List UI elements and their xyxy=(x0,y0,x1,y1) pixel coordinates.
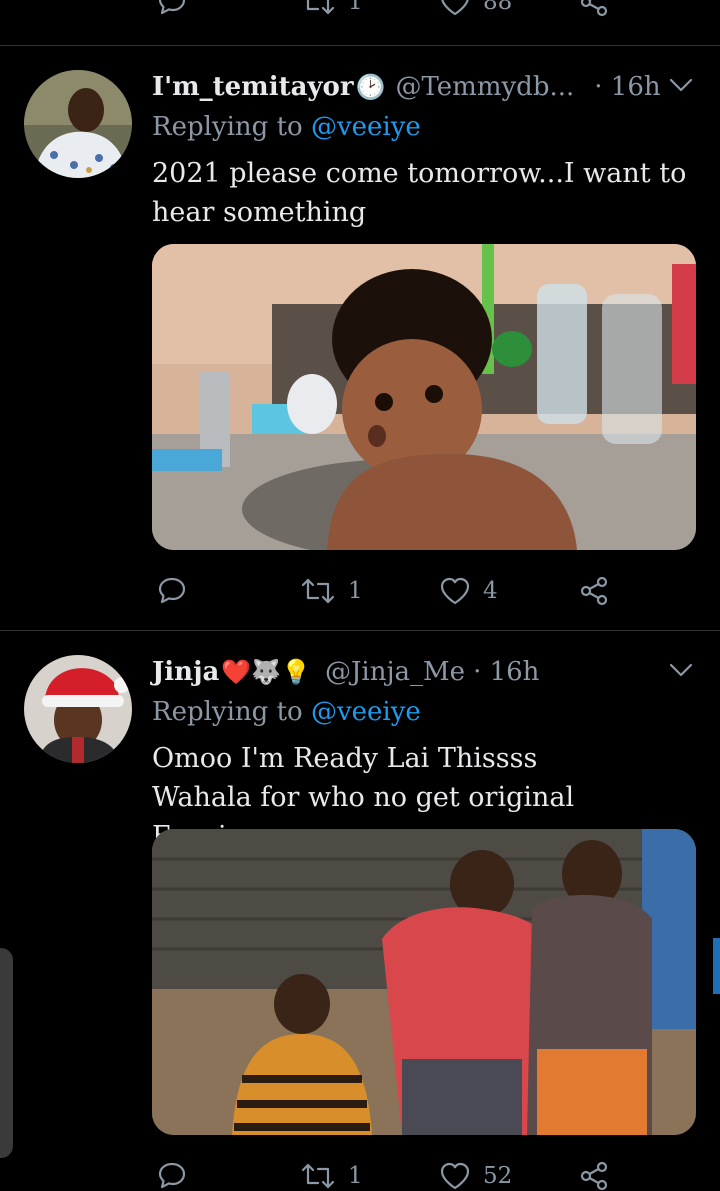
tweet-image[interactable] xyxy=(152,244,696,550)
chevron-down-icon[interactable] xyxy=(668,661,694,679)
mention-link[interactable]: @veeiye xyxy=(311,112,421,142)
user-handle[interactable]: @Jinja_Me xyxy=(325,657,465,687)
reply-icon xyxy=(158,577,186,604)
retweet-icon xyxy=(306,0,335,15)
top-action-bar: 1 88 xyxy=(152,0,696,22)
reply-button[interactable] xyxy=(156,1160,188,1191)
tweet-text: 2021 please come tomorrow...I want to he… xyxy=(152,158,687,228)
like-count: 52 xyxy=(483,1163,513,1189)
tweet-image[interactable] xyxy=(152,829,696,1135)
retweet-icon xyxy=(301,1163,335,1189)
retweet-count: 1 xyxy=(348,578,363,604)
action-bar: 1 4 xyxy=(152,571,696,611)
replying-prefix: Replying to xyxy=(152,697,303,727)
heart-wolf-bulb-emoji-icon: ❤️🐺💡 xyxy=(221,658,311,686)
chevron-down-icon[interactable] xyxy=(668,76,694,94)
timestamp[interactable]: · 16h xyxy=(594,72,660,102)
like-count: 4 xyxy=(483,578,498,604)
retweet-icon xyxy=(301,578,335,604)
edge-panel-handle[interactable] xyxy=(0,948,13,1158)
like-button[interactable]: 4 xyxy=(439,576,498,606)
tweet-header: Jinja ❤️🐺💡 @Jinja_Me · 16h xyxy=(152,657,539,687)
user-handle[interactable]: @Temmydb... xyxy=(395,72,574,102)
share-button[interactable] xyxy=(578,0,610,18)
reply-button[interactable] xyxy=(156,0,188,18)
tweet-2[interactable]: Jinja ❤️🐺💡 @Jinja_Me · 16h Replying to @… xyxy=(0,631,720,1191)
like-button[interactable]: 52 xyxy=(439,1161,512,1191)
avatar[interactable] xyxy=(24,655,132,763)
mention-link[interactable]: @veeiye xyxy=(311,697,421,727)
display-name[interactable]: I'm_temitayor xyxy=(152,72,354,102)
reply-icon xyxy=(158,1162,186,1189)
retweet-button[interactable]: 1 xyxy=(300,576,363,606)
share-icon xyxy=(580,0,608,17)
heart-icon xyxy=(440,577,470,605)
share-button[interactable] xyxy=(578,1160,610,1191)
retweet-button[interactable]: 1 xyxy=(300,1161,363,1191)
reply-button[interactable] xyxy=(156,575,188,607)
clock-emoji-icon: 🕑 xyxy=(355,73,386,101)
replying-to: Replying to @veeiye xyxy=(152,112,421,142)
share-icon xyxy=(580,1161,608,1191)
replying-to: Replying to @veeiye xyxy=(152,697,421,727)
display-name[interactable]: Jinja xyxy=(152,657,219,687)
retweet-count: 1 xyxy=(348,0,363,15)
heart-icon xyxy=(440,1162,470,1190)
scroll-indicator[interactable] xyxy=(713,938,720,994)
like-count: 88 xyxy=(483,0,513,15)
heart-icon xyxy=(441,0,469,16)
tweet-1[interactable]: I'm_temitayor 🕑 @Temmydb... · 16h Replyi… xyxy=(0,46,720,630)
avatar[interactable] xyxy=(24,70,132,178)
share-button[interactable] xyxy=(578,575,610,607)
action-bar: 1 52 xyxy=(152,1156,696,1191)
timestamp[interactable]: · 16h xyxy=(473,657,539,687)
reply-icon xyxy=(158,0,186,15)
retweet-button[interactable]: 1 xyxy=(300,0,363,17)
replying-prefix: Replying to xyxy=(152,112,303,142)
like-button[interactable]: 88 xyxy=(439,0,512,17)
tweet-header: I'm_temitayor 🕑 @Temmydb... · 16h xyxy=(152,72,661,102)
share-icon xyxy=(580,576,608,606)
retweet-count: 1 xyxy=(348,1163,363,1189)
